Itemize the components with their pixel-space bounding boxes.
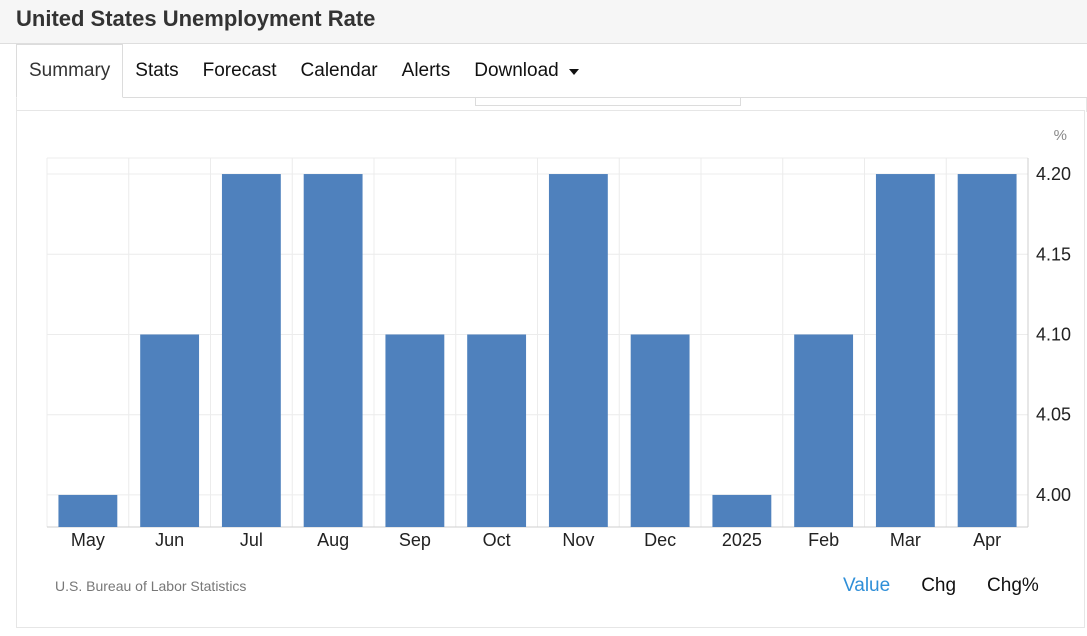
toggle-value[interactable]: Value bbox=[843, 575, 890, 597]
x-tick-label: 2025 bbox=[722, 530, 762, 550]
y-tick-label: 4.05 bbox=[1036, 405, 1071, 425]
x-tick-label: Apr bbox=[973, 530, 1001, 550]
bar bbox=[140, 334, 200, 527]
x-tick-label: Jul bbox=[240, 530, 263, 550]
bar bbox=[548, 174, 608, 528]
x-tick-label: Nov bbox=[562, 530, 594, 550]
x-tick-label: Dec bbox=[644, 530, 676, 550]
bar bbox=[712, 494, 772, 527]
x-tick-label: Mar bbox=[890, 530, 921, 550]
bar bbox=[875, 174, 935, 528]
bar-chart: 4.00 4.05 4.10 4.15 4.20% May Jun Jul Aug Sep Oct N… bbox=[46, 127, 1071, 550]
bar bbox=[303, 174, 363, 528]
bar bbox=[385, 334, 445, 527]
bar bbox=[630, 334, 690, 527]
bar bbox=[467, 334, 527, 527]
x-tick-label: May bbox=[71, 530, 105, 550]
x-tick-label: Jun bbox=[155, 530, 184, 550]
toggle-chg-pct[interactable]: Chg% bbox=[987, 575, 1039, 597]
y-tick-label: 4.00 bbox=[1036, 485, 1071, 505]
source-note: U.S. Bureau of Labor Statistics bbox=[55, 578, 247, 594]
y-tick-label: 4.10 bbox=[1036, 324, 1071, 344]
bar bbox=[221, 174, 281, 528]
toggle-chg[interactable]: Chg bbox=[921, 575, 956, 597]
unit-label: % bbox=[1054, 127, 1067, 144]
x-tick-label: Feb bbox=[808, 530, 839, 550]
x-tick-label: Oct bbox=[483, 530, 511, 550]
x-tick-label: Aug bbox=[317, 530, 349, 550]
bar bbox=[58, 494, 118, 527]
x-tick-label: Sep bbox=[399, 530, 431, 550]
y-tick-label: 4.15 bbox=[1036, 244, 1071, 264]
bar bbox=[957, 174, 1017, 528]
value-toggle-group: Value Chg Chg% bbox=[843, 575, 1070, 597]
bar bbox=[794, 334, 854, 527]
y-tick-label: 4.20 bbox=[1036, 164, 1071, 184]
